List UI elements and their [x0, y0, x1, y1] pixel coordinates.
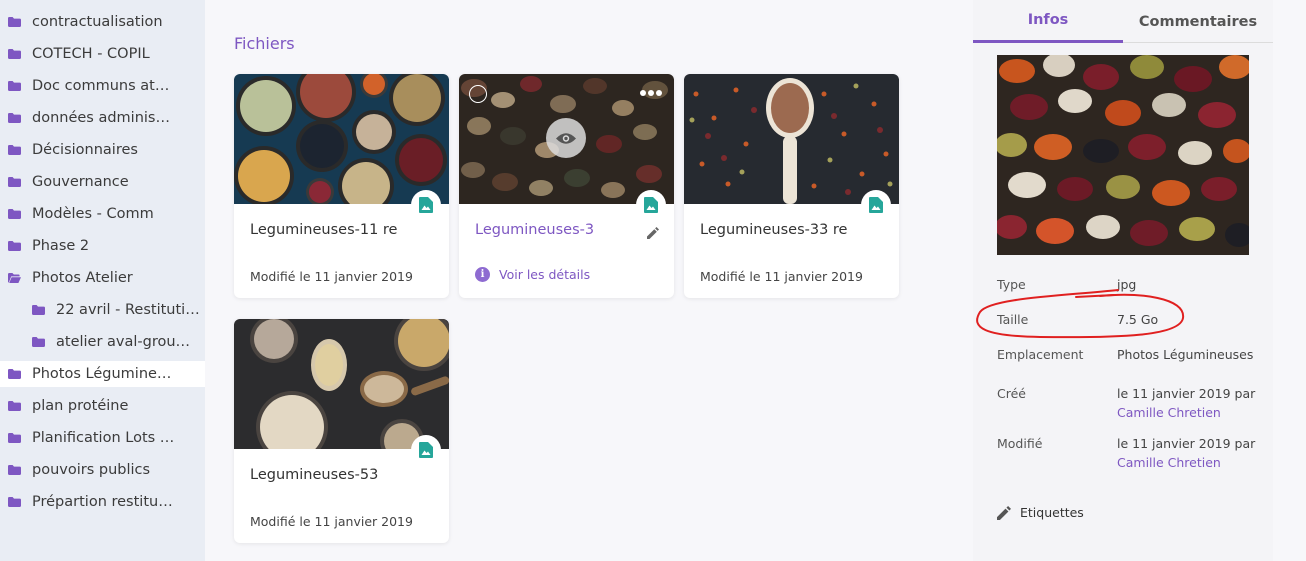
sidebar-item-label: Doc communs at…: [32, 78, 170, 94]
sidebar-item-label: Photos Atelier: [32, 270, 133, 286]
location-label: Emplacement: [997, 347, 1084, 362]
file-card[interactable]: Legumineuses-11 re Modifié le 11 janvier…: [234, 74, 449, 298]
info-icon: i: [475, 267, 490, 282]
sidebar-item-label: Photos Légumine…: [32, 366, 172, 382]
image-icon: [411, 190, 441, 220]
folder-icon: [8, 209, 21, 219]
sidebar-item-cotech-copil[interactable]: COTECH - COPIL: [0, 41, 205, 67]
file-card[interactable]: Legumineuses-53 Modifié le 11 janvier 20…: [234, 319, 449, 543]
file-modified-date: Modifié le 11 janvier 2019: [700, 269, 863, 284]
eye-icon[interactable]: [546, 118, 586, 158]
file-thumbnail: [684, 74, 899, 204]
image-icon: [861, 190, 891, 220]
more-horizontal-icon[interactable]: [640, 90, 662, 96]
tags-label: Etiquettes: [1020, 505, 1084, 520]
section-title: Fichiers: [234, 34, 295, 53]
modified-label: Modifié: [997, 436, 1043, 451]
view-details-link[interactable]: i Voir les détails: [475, 267, 590, 282]
panel-tabs: Infos Commentaires: [973, 0, 1273, 43]
type-label: Type: [997, 277, 1026, 292]
folder-icon: [8, 177, 21, 187]
folder-icon: [8, 49, 21, 59]
sidebar-item-photos-atelier[interactable]: Photos Atelier: [0, 265, 205, 291]
files-main: Fichiers Legumineuses-11 re Modifié le 1…: [205, 0, 973, 561]
image-icon: [411, 435, 441, 465]
sidebar-item-label: Gouvernance: [32, 174, 129, 190]
pencil-icon[interactable]: [647, 224, 659, 243]
tab-infos[interactable]: Infos: [973, 0, 1123, 43]
sidebar-item-contractualisation[interactable]: contractualisation: [0, 9, 205, 35]
sidebar-item-label: 22 avril - Restituti…: [56, 302, 200, 318]
sidebar-item-doc-communs[interactable]: Doc communs at…: [0, 73, 205, 99]
folder-icon: [32, 337, 45, 347]
created-by-link[interactable]: Camille Chretien: [1117, 403, 1255, 422]
sidebar-item-pouvoirs-publics[interactable]: pouvoirs publics: [0, 457, 205, 483]
folder-icon: [8, 241, 21, 251]
size-label: Taille: [997, 312, 1029, 327]
pencil-icon: [997, 505, 1011, 520]
folder-icon: [8, 465, 21, 475]
sidebar-item-label: Décisionnaires: [32, 142, 138, 158]
file-thumbnail: [234, 319, 449, 449]
sidebar-item-donnees-adminis[interactable]: données adminis…: [0, 105, 205, 131]
sidebar-item-22-avril[interactable]: 22 avril - Restituti…: [0, 297, 205, 323]
sidebar-item-planification-lots[interactable]: Planification Lots …: [0, 425, 205, 451]
location-value: Photos Légumineuses: [1117, 347, 1254, 362]
file-name: Legumineuses-33 re: [700, 222, 848, 238]
file-modified-date: Modifié le 11 janvier 2019: [250, 514, 413, 529]
file-info-panel: Infos Commentaires Type jpg Taille 7.5 G…: [973, 0, 1273, 561]
sidebar-item-label: Planification Lots …: [32, 430, 175, 446]
file-card[interactable]: Legumineuses-3 i Voir les détails: [459, 74, 674, 298]
tags-button[interactable]: Etiquettes: [997, 505, 1084, 520]
file-preview-image: [997, 55, 1249, 255]
sidebar-item-label: plan protéine: [32, 398, 129, 414]
file-name[interactable]: Legumineuses-3: [475, 222, 594, 238]
created-date: le 11 janvier 2019 par: [1117, 386, 1256, 401]
type-value: jpg: [1117, 277, 1137, 292]
sidebar-item-label: Prépartion restitu…: [32, 494, 173, 510]
folder-icon: [8, 17, 21, 27]
folder-open-icon: [8, 273, 21, 283]
sidebar-item-label: contractualisation: [32, 14, 163, 30]
folder-icon: [8, 113, 21, 123]
sidebar-item-gouvernance[interactable]: Gouvernance: [0, 169, 205, 195]
sidebar-item-atelier-aval[interactable]: atelier aval-grou…: [0, 329, 205, 355]
folder-icon: [8, 433, 21, 443]
sidebar-item-plan-proteine[interactable]: plan protéine: [0, 393, 205, 419]
size-value: 7.5 Go: [1117, 312, 1159, 327]
sidebar-item-decisionnaires[interactable]: Décisionnaires: [0, 137, 205, 163]
folder-icon: [32, 305, 45, 315]
view-details-label: Voir les détails: [499, 267, 591, 282]
modified-date: le 11 janvier 2019 par: [1117, 436, 1256, 451]
folder-sidebar: contractualisation COTECH - COPIL Doc co…: [0, 0, 205, 561]
modified-by-link[interactable]: Camille Chretien: [1117, 453, 1255, 472]
sidebar-item-label: Modèles - Comm: [32, 206, 154, 222]
sidebar-item-modeles-comm[interactable]: Modèles - Comm: [0, 201, 205, 227]
sidebar-item-label: COTECH - COPIL: [32, 46, 150, 62]
file-name: Legumineuses-53: [250, 467, 379, 483]
sidebar-item-label: pouvoirs publics: [32, 462, 151, 478]
created-value: le 11 janvier 2019 par Camille Chretien: [1117, 384, 1255, 422]
file-thumbnail: [234, 74, 449, 204]
file-card[interactable]: Legumineuses-33 re Modifié le 11 janvier…: [684, 74, 899, 298]
folder-icon: [8, 369, 21, 379]
file-modified-date: Modifié le 11 janvier 2019: [250, 269, 413, 284]
created-label: Créé: [997, 386, 1026, 401]
sidebar-item-label: Phase 2: [32, 238, 90, 254]
folder-icon: [8, 145, 21, 155]
sidebar-item-phase-2[interactable]: Phase 2: [0, 233, 205, 259]
file-name: Legumineuses-11 re: [250, 222, 398, 238]
folder-icon: [8, 497, 21, 507]
tab-commentaires[interactable]: Commentaires: [1123, 0, 1273, 43]
sidebar-item-label: données adminis…: [32, 110, 170, 126]
sidebar-item-label: atelier aval-grou…: [56, 334, 191, 350]
sidebar-item-prepartion-restitu[interactable]: Prépartion restitu…: [0, 489, 205, 515]
folder-icon: [8, 81, 21, 91]
sidebar-item-photos-legumineuses[interactable]: Photos Légumine…: [0, 361, 205, 387]
select-circle-icon[interactable]: [469, 85, 487, 103]
image-icon: [636, 190, 666, 220]
modified-value: le 11 janvier 2019 par Camille Chretien: [1117, 434, 1255, 472]
folder-icon: [8, 401, 21, 411]
